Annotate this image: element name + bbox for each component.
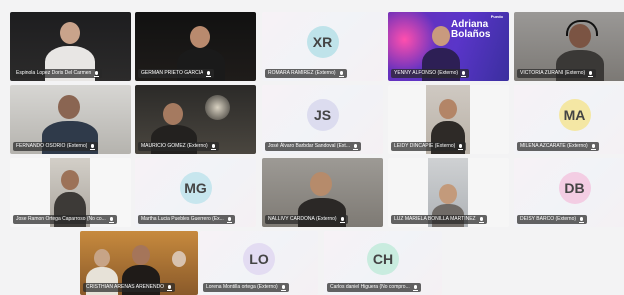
participant-name-label: Lorena Montilla ortega (Externo) xyxy=(203,283,289,292)
avatar: CH xyxy=(367,243,399,276)
participant-tile-4[interactable]: Puedo Adriana Bolaños YENNY ALFONSO (Ext… xyxy=(388,12,509,81)
mic-icon xyxy=(458,143,464,150)
participant-tile-8[interactable]: JS José Álvaro Barbdar Sandoval (Ext... xyxy=(262,85,383,154)
participant-name-label: Martha Lucia Puebles Guerrero (Ex... xyxy=(138,215,235,224)
participant-tile-3[interactable]: XR ROMARA RAMIREZ (Externo) xyxy=(262,12,383,81)
avatar: MG xyxy=(179,172,212,205)
mic-icon xyxy=(338,70,344,77)
participant-face xyxy=(310,172,332,196)
participant-tile-11[interactable]: Jose Ramon Ortega Caparroso (No co... xyxy=(10,158,131,227)
participant-tile-7[interactable]: MAURICIO GOMEZ (Externo) xyxy=(135,85,256,154)
participant-tile-13[interactable]: NALLIVY CARDONA (Externo) xyxy=(262,158,383,227)
mic-icon xyxy=(226,216,232,223)
participant-name-label: NALLIVY CARDONA (Externo) xyxy=(265,215,348,224)
mic-icon xyxy=(280,284,286,291)
participant-face xyxy=(60,22,80,44)
participant-face xyxy=(132,245,150,265)
mic-icon xyxy=(588,70,594,77)
participant-face xyxy=(439,184,457,204)
participant-name-label: FERNANDO OSORIO (Externo) xyxy=(13,142,99,151)
mic-icon xyxy=(94,70,100,77)
mic-icon xyxy=(108,216,114,223)
participant-face xyxy=(439,99,457,119)
participant-face xyxy=(58,95,80,119)
mic-icon xyxy=(478,216,484,223)
participant-tile-17[interactable]: LO Lorena Montilla ortega (Externo) xyxy=(200,231,318,295)
mic-icon xyxy=(167,284,173,291)
participant-name-label: GERMAN PRIETO GARCIA xyxy=(138,69,215,78)
background-lamp xyxy=(205,95,230,120)
mic-icon xyxy=(206,70,212,77)
brand-logo: Puedo xyxy=(490,14,503,19)
participant-tile-16[interactable]: CRISTHIAN ARENAS ARENENDO xyxy=(80,231,198,295)
participant-name-label: Carlos daniel Higuera (No compro... xyxy=(327,283,421,292)
participant-name-label: YENNY ALFONSO (Externo) xyxy=(391,69,470,78)
avatar: JS xyxy=(306,99,339,132)
mic-icon xyxy=(353,143,358,150)
participant-name-label: Jose Ramon Ortega Caparroso (No co... xyxy=(13,215,117,224)
participant-tile-2[interactable]: GERMAN PRIETO GARCIA xyxy=(135,12,256,81)
participant-face xyxy=(190,26,210,48)
avatar: XR xyxy=(306,26,339,59)
participant-name-label: José Álvaro Barbdar Sandoval (Ext... xyxy=(265,142,361,151)
participant-name-label: DEISY BARCO (Externo) xyxy=(517,215,588,224)
banner-title: Adriana Bolaños xyxy=(451,19,491,40)
participant-name-label: MAURICIO GOMEZ (Externo) xyxy=(138,142,219,151)
participant-tile-12[interactable]: MG Martha Lucia Puebles Guerrero (Ex... xyxy=(135,158,256,227)
avatar: MA xyxy=(558,99,591,132)
participant-tile-5[interactable]: VICTORIA ZURANI (Externo) xyxy=(514,12,624,81)
mic-icon xyxy=(412,284,418,291)
participant-face xyxy=(94,249,110,267)
participant-name-label: ROMARA RAMIREZ (Externo) xyxy=(265,69,347,78)
participant-tile-1[interactable]: Espinola Lopez Doris Del Carmen xyxy=(10,12,131,81)
participant-name-label: LUZ MARIELA BONILLA MARTINEZ xyxy=(391,215,487,224)
mic-icon xyxy=(90,143,96,150)
participant-tile-14[interactable]: LUZ MARIELA BONILLA MARTINEZ xyxy=(388,158,509,227)
participant-name-label: LEIDY DINCAPIE (Externo) xyxy=(391,142,467,151)
participant-tile-18[interactable]: CH Carlos daniel Higuera (No compro... xyxy=(324,231,442,295)
participant-face xyxy=(61,170,79,190)
participant-face xyxy=(172,251,186,267)
participant-name-label: Espinola Lopez Doris Del Carmen xyxy=(13,69,103,78)
mic-icon xyxy=(210,143,216,150)
headset-icon xyxy=(566,20,598,36)
mic-icon xyxy=(590,143,596,150)
participant-face xyxy=(432,26,450,46)
participant-name-label: CRISTHIAN ARENAS ARENENDO xyxy=(83,283,176,292)
avatar: DB xyxy=(558,172,591,205)
avatar: LO xyxy=(243,243,275,276)
mic-icon xyxy=(461,70,467,77)
participant-name-label: VICTORIA ZURANI (Externo) xyxy=(517,69,597,78)
mic-icon xyxy=(339,216,345,223)
mic-icon xyxy=(579,216,585,223)
participant-tile-10[interactable]: MA MILENA AZCARATE (Externo) xyxy=(514,85,624,154)
participant-tile-15[interactable]: DB DEISY BARCO (Externo) xyxy=(514,158,624,227)
participant-name-label: MILENA AZCARATE (Externo) xyxy=(517,142,599,151)
participant-tile-6[interactable]: FERNANDO OSORIO (Externo) xyxy=(10,85,131,154)
participant-tile-9[interactable]: LEIDY DINCAPIE (Externo) xyxy=(388,85,509,154)
participant-face xyxy=(163,103,183,125)
